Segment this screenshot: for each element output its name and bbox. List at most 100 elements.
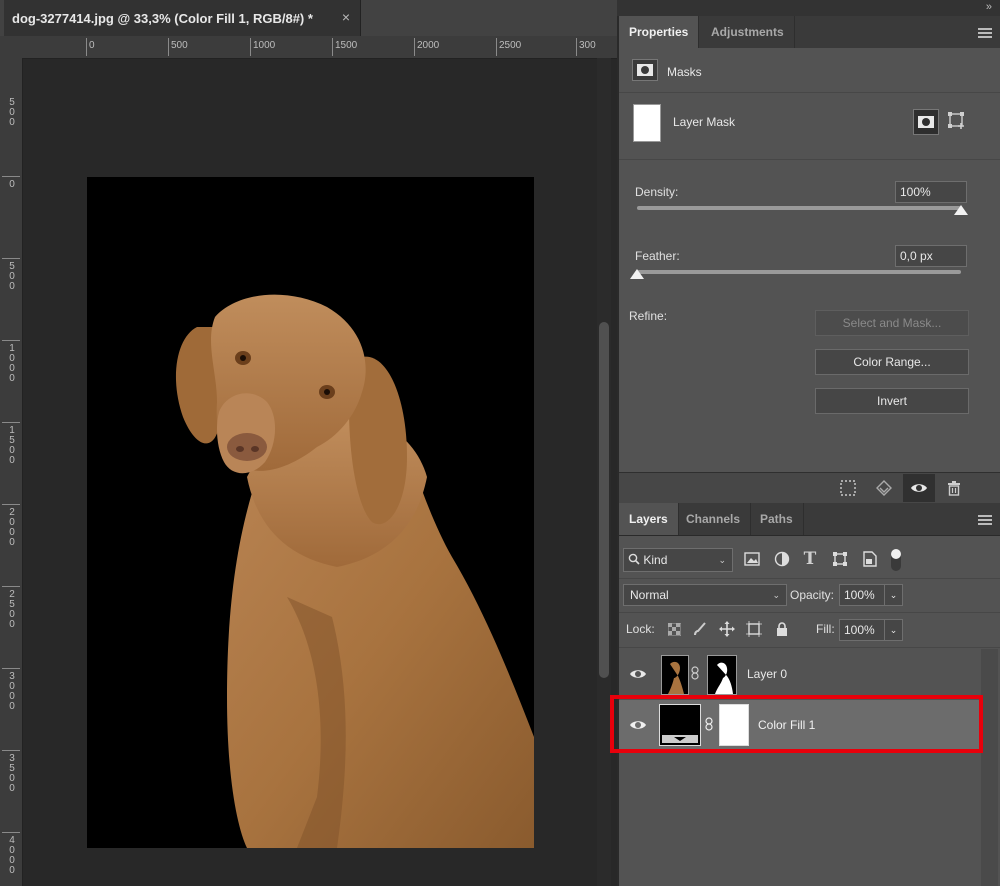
layer-mask-thumbnail[interactable]	[707, 655, 737, 695]
image-canvas[interactable]	[87, 177, 534, 848]
document-tab-bar: dog-3277414.jpg @ 33,3% (Color Fill 1, R…	[0, 0, 617, 36]
properties-body: Masks Layer Mask Density: 100% Feather: …	[619, 48, 1000, 472]
image-filter-icon[interactable]	[739, 546, 765, 572]
ruler-tick	[576, 38, 577, 56]
filter-kind-dropdown[interactable]: Kind ⌄	[623, 548, 733, 572]
opacity-label: Opacity:	[790, 588, 835, 602]
tab-layers[interactable]: Layers	[619, 503, 679, 535]
ruler-tick	[414, 38, 415, 56]
ruler-label: 1 5 0 0	[9, 425, 15, 466]
ruler-tick	[2, 832, 20, 833]
invert-button[interactable]: Invert	[815, 388, 969, 414]
feather-label: Feather:	[635, 249, 680, 263]
layer-thumbnail	[661, 655, 689, 695]
selection-icon[interactable]	[835, 475, 861, 501]
filter-kind-label: Kind	[643, 553, 668, 567]
filter-toggle[interactable]	[891, 549, 901, 571]
collapse-panels-icon[interactable]: »	[986, 1, 992, 13]
layers-panel-menu-icon[interactable]	[978, 515, 992, 525]
shape-filter-icon[interactable]	[827, 546, 853, 572]
adjustment-filter-icon[interactable]	[769, 546, 795, 572]
fill-field[interactable]: 100%	[839, 619, 887, 641]
vertical-ruler[interactable]: 5 0 0 0 5 0 0 1 0 0 0 1 5 0 0 2 0 0 0 2 …	[0, 58, 23, 886]
opacity-dropdown-icon[interactable]: ⌄	[884, 584, 903, 606]
ruler-tick	[250, 38, 251, 56]
select-and-mask-button[interactable]: Select and Mask...	[815, 310, 969, 336]
density-field[interactable]: 100%	[895, 181, 967, 203]
fill-label: Fill:	[816, 622, 835, 636]
masks-header: Masks	[619, 48, 1000, 93]
layer-mask-row: Layer Mask	[619, 93, 1000, 160]
tab-paths[interactable]: Paths	[750, 503, 804, 535]
horizontal-ruler[interactable]: 0 500 1000 1500 2000 2500 300	[0, 36, 617, 59]
density-slider-track[interactable]	[637, 206, 961, 210]
ruler-label: 1500	[335, 40, 358, 51]
feather-slider-track[interactable]	[637, 270, 961, 274]
fill-dropdown-icon[interactable]: ⌄	[884, 619, 903, 641]
visibility-eye-icon[interactable]	[627, 665, 649, 683]
smart-object-filter-icon[interactable]	[857, 546, 883, 572]
ruler-tick	[496, 38, 497, 56]
trash-icon[interactable]	[941, 475, 967, 501]
document-area: dog-3277414.jpg @ 33,3% (Color Fill 1, R…	[0, 0, 617, 886]
ruler-label: 1 0 0 0	[9, 343, 15, 384]
link-icon[interactable]	[691, 666, 699, 680]
visibility-icon[interactable]	[903, 474, 935, 502]
ruler-tick	[2, 422, 20, 423]
lock-label: Lock:	[626, 622, 655, 636]
ruler-label: 2500	[499, 40, 522, 51]
tab-adjustments[interactable]: Adjustments	[701, 16, 795, 48]
blend-mode-value: Normal	[630, 588, 669, 602]
pixel-mask-button[interactable]	[913, 109, 939, 135]
vector-mask-icon[interactable]	[945, 109, 969, 133]
ruler-label: 2 0 0 0	[9, 507, 15, 548]
ruler-tick	[2, 176, 20, 177]
ruler-label: 0	[9, 179, 15, 190]
ruler-label: 4 0 0 0	[9, 835, 15, 876]
type-filter-icon[interactable]: T	[797, 546, 823, 572]
ruler-label: 0	[89, 40, 95, 51]
density-slider-thumb[interactable]	[954, 205, 968, 215]
mask-icon	[632, 59, 658, 81]
ruler-label: 500	[171, 40, 188, 51]
lock-artboard-icon[interactable]	[741, 616, 767, 642]
feather-field[interactable]: 0,0 px	[895, 245, 967, 267]
ruler-label: 5 0 0	[9, 261, 15, 292]
ruler-tick	[2, 750, 20, 751]
refine-label: Refine:	[629, 309, 668, 323]
ruler-tick	[86, 38, 87, 56]
blend-mode-dropdown[interactable]: Normal ⌄	[623, 584, 787, 606]
layer-mask-thumbnail	[633, 104, 661, 142]
layer-row-layer-0[interactable]: Layer 0	[619, 649, 981, 699]
ruler-tick	[2, 504, 20, 505]
ruler-label: 3 0 0 0	[9, 671, 15, 712]
panel-menu-icon[interactable]	[978, 28, 992, 38]
lock-transparent-icon[interactable]	[661, 616, 687, 642]
properties-footer	[619, 472, 1000, 503]
tab-channels[interactable]: Channels	[676, 503, 752, 535]
ruler-tick	[2, 258, 20, 259]
selected-layer-highlight	[610, 695, 983, 753]
density-label: Density:	[635, 185, 679, 199]
feather-slider-thumb[interactable]	[630, 269, 644, 279]
layers-scrollbar[interactable]	[981, 649, 998, 886]
lock-position-icon[interactable]	[714, 616, 740, 642]
ruler-tick	[332, 38, 333, 56]
ruler-tick	[2, 668, 20, 669]
ruler-tick	[168, 38, 169, 56]
document-tab[interactable]: dog-3277414.jpg @ 33,3% (Color Fill 1, R…	[4, 0, 361, 36]
tab-properties[interactable]: Properties	[619, 16, 700, 48]
chevron-down-icon: ⌄	[718, 555, 726, 565]
color-range-button[interactable]: Color Range...	[815, 349, 969, 375]
panel-collapse-strip: »	[617, 0, 1000, 16]
scrollbar-thumb[interactable]	[599, 322, 609, 678]
ruler-label: 300	[579, 40, 596, 51]
opacity-field[interactable]: 100%	[839, 584, 887, 606]
apply-mask-icon[interactable]	[871, 475, 897, 501]
close-icon[interactable]: ×	[342, 9, 350, 25]
document-tab-title: dog-3277414.jpg @ 33,3% (Color Fill 1, R…	[12, 10, 313, 26]
ruler-label: 3 5 0 0	[9, 753, 15, 794]
ruler-label: 1000	[253, 40, 276, 51]
lock-pixels-icon[interactable]	[687, 616, 713, 642]
lock-all-icon[interactable]	[769, 616, 795, 642]
